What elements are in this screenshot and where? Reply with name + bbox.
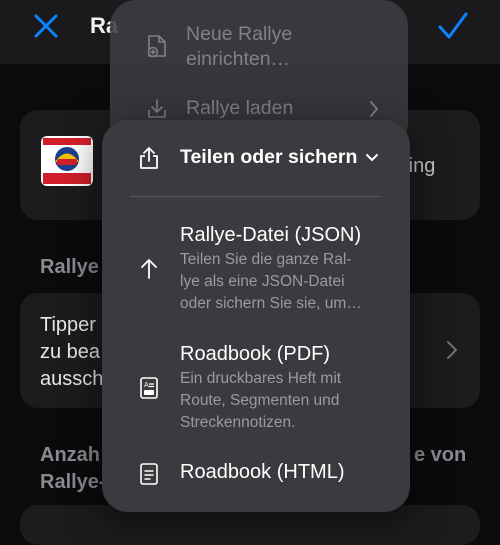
chevron-down-icon[interactable] [365,153,379,163]
section-header-count-1: Anzah [40,444,100,466]
option-pdf-desc-3: Streckennotizen. [180,414,296,431]
html-document-icon [140,463,158,485]
share-submenu: Teilen oder sichern Rallye-Datei (JSON) … [102,120,410,512]
hint-line-1: Tipper [40,314,96,336]
svg-text:A: A [144,382,149,389]
pdf-document-icon: A [140,377,158,399]
option-json-desc-3: oder sichern Sie sie, um… [180,295,362,312]
option-json-title[interactable]: Rallye-Datei (JSON) [180,224,361,247]
section-header-right-peek: e von [414,444,467,466]
option-pdf-title[interactable]: Roadbook (PDF) [180,343,330,366]
option-pdf-desc-1: Ein druckbares Heft mit [180,370,342,387]
hint-line-3: aussch [40,368,104,390]
option-html-title[interactable]: Roadbook (HTML) [180,461,345,484]
new-document-icon [147,35,166,58]
rally-logo [41,136,93,186]
hint-line-2: zu bea [40,341,101,363]
option-pdf-desc-2: Route, Segmenten und [180,392,340,409]
section-header-rally: Rallye [40,256,99,278]
arrow-up-icon [141,259,157,279]
new-rally-line-1[interactable]: Neue Rallye [186,22,292,47]
menu-divider [130,196,381,197]
load-rally-item[interactable]: Rallye laden [186,96,293,121]
download-tray-icon [148,99,166,118]
chevron-right-icon [447,341,458,359]
checkmark-icon[interactable] [436,10,470,42]
chevron-right-icon [370,101,379,117]
option-json-desc-1: Teilen Sie die ganze Ral- [180,251,352,268]
section-header-count-2: Rallye- [40,471,106,493]
share-submenu-header[interactable]: Teilen oder sichern [180,146,357,169]
option-json-desc-2: lye als eine JSON-Datei [180,273,345,290]
new-rally-line-2[interactable]: einrichten… [186,47,290,72]
share-icon [140,147,158,169]
close-icon[interactable] [30,10,62,42]
